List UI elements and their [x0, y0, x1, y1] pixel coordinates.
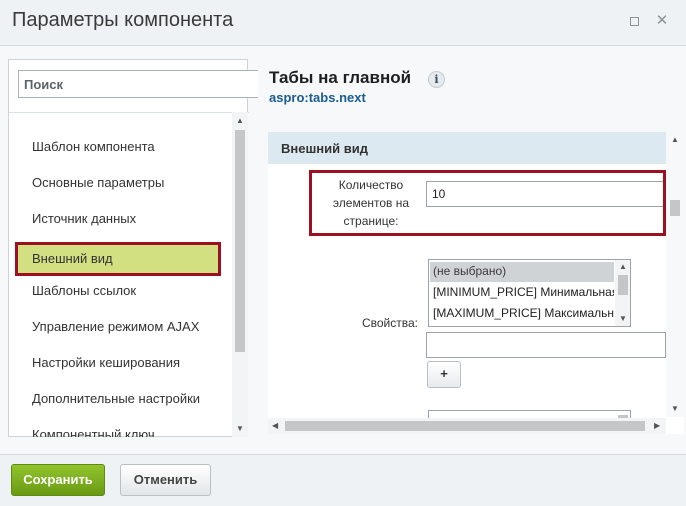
- sidebar-item-ajax[interactable]: Управление режимом AJAX: [15, 310, 221, 344]
- scroll-up-icon[interactable]: ▲: [619, 263, 627, 271]
- sidebar: Поиск Шаблон компонента Основные парамет…: [8, 59, 258, 437]
- sidebar-item-template[interactable]: Шаблон компонента: [15, 130, 221, 164]
- scrollbar-thumb[interactable]: [285, 421, 645, 431]
- close-icon[interactable]: ✕: [655, 13, 669, 28]
- scroll-up-icon[interactable]: ▲: [236, 117, 244, 125]
- sidebar-item-extra[interactable]: Дополнительные настройки: [15, 382, 221, 416]
- info-icon[interactable]: i: [428, 71, 445, 88]
- maximize-icon[interactable]: [627, 14, 641, 28]
- save-button[interactable]: Сохранить: [11, 464, 105, 496]
- scroll-down-icon[interactable]: ▼: [619, 315, 627, 323]
- select-option[interactable]: [MINIMUM_PRICE] Минимальная цена: [430, 283, 614, 303]
- section-header: Внешний вид: [268, 132, 666, 164]
- scrollbar-thumb[interactable]: [235, 130, 245, 352]
- properties-scrollbar[interactable]: ▲ ▼: [666, 132, 684, 417]
- scroll-up-icon[interactable]: ▲: [671, 136, 679, 144]
- properties-select[interactable]: (не выбрано) [MINIMUM_PRICE] Минимальная…: [428, 259, 631, 327]
- properties-panel: Внешний вид Количество элементов на стра…: [268, 132, 684, 434]
- title-bar: Параметры компонента ✕: [0, 0, 686, 46]
- scroll-down-icon[interactable]: ▼: [236, 425, 244, 433]
- sidebar-item-appearance[interactable]: Внешний вид: [15, 242, 221, 276]
- search-input[interactable]: Поиск: [18, 70, 258, 98]
- cancel-button[interactable]: Отменить: [120, 464, 211, 496]
- sidebar-item-main-params[interactable]: Основные параметры: [15, 166, 221, 200]
- sidebar-nav: Шаблон компонента Основные параметры Ист…: [9, 112, 231, 437]
- select-scrollbar[interactable]: ▲ ▼: [615, 260, 630, 326]
- select-option[interactable]: [MAXIMUM_PRICE] Максимальная цена: [430, 304, 614, 324]
- scroll-down-icon[interactable]: ▼: [671, 405, 679, 413]
- select-option[interactable]: (не выбрано): [430, 262, 614, 282]
- sidebar-item-data-source[interactable]: Источник данных: [15, 202, 221, 236]
- scroll-right-icon[interactable]: ▶: [654, 422, 660, 430]
- sidebar-scrollbar[interactable]: ▲ ▼: [232, 112, 248, 437]
- properties-label: Свойства:: [361, 316, 418, 330]
- property-text-input[interactable]: [426, 332, 666, 358]
- window-title: Параметры компонента: [12, 9, 234, 31]
- sidebar-item-cache[interactable]: Настройки кеширования: [15, 346, 221, 380]
- sidebar-item-link-templates[interactable]: Шаблоны ссылок: [15, 274, 221, 308]
- scrollbar-thumb[interactable]: [618, 275, 628, 295]
- sidebar-item-component-key[interactable]: Компонентный ключ: [15, 418, 221, 437]
- component-title: Табы на главной: [269, 68, 412, 87]
- highlight-frame: [309, 170, 666, 236]
- horizontal-scrollbar[interactable]: ◀ ▶: [268, 418, 666, 434]
- scrollbar-thumb[interactable]: [670, 200, 680, 216]
- scroll-left-icon[interactable]: ◀: [272, 422, 278, 430]
- add-button[interactable]: +: [427, 361, 461, 388]
- dialog-footer: Сохранить Отменить: [0, 454, 686, 506]
- component-code: aspro:tabs.next: [269, 90, 366, 105]
